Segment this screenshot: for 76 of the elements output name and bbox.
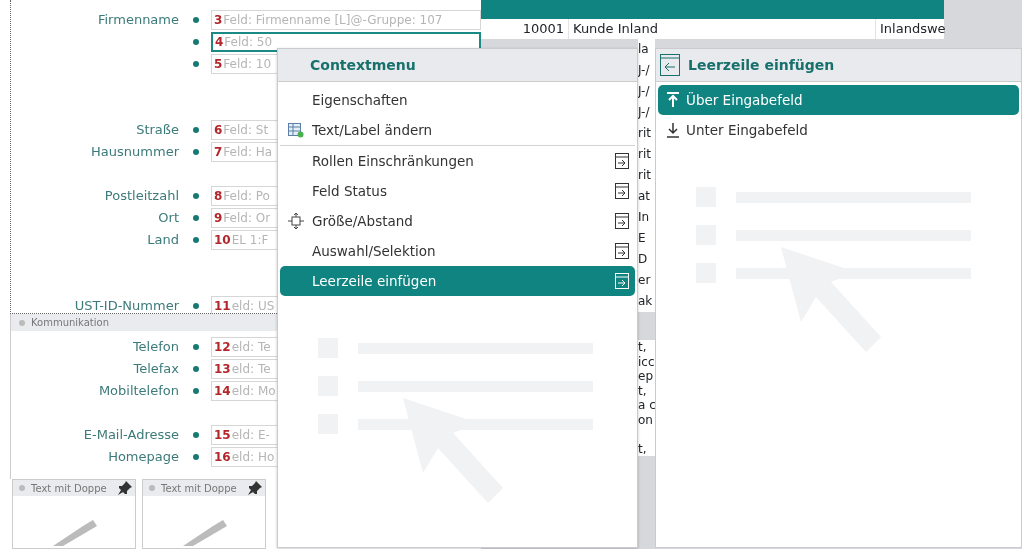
field-label: Telefax <box>132 360 179 379</box>
menu-title: Contextmenu <box>278 49 637 82</box>
required-dot <box>193 432 199 438</box>
field-label: UST-ID-Nummer <box>73 297 179 316</box>
table-cell-text: t, <box>638 441 648 456</box>
table-cell: a c <box>638 398 655 413</box>
table-cell-text: E <box>638 230 647 247</box>
insert-below-icon <box>666 122 680 138</box>
table-cell-text: at <box>638 188 652 205</box>
table-cell: icc <box>638 354 655 369</box>
field-label: Telefon <box>131 338 179 357</box>
input-field[interactable]: 3Feld: Firmenname [L]@-Gruppe: 107 <box>211 10 481 30</box>
field-label: Firmenname <box>96 11 179 30</box>
table-cell-text: J-/ <box>638 104 651 121</box>
pin-icon[interactable] <box>117 480 133 496</box>
required-dot <box>193 61 199 67</box>
menu-item[interactable]: Größe/Abstand <box>280 206 635 236</box>
field-label: Homepage <box>107 448 179 467</box>
menu-item[interactable]: Text/Label ändern <box>280 115 635 146</box>
back-icon[interactable] <box>660 54 680 76</box>
required-dot <box>193 303 199 309</box>
submenu-icon <box>615 183 629 199</box>
menu-item[interactable]: Über Eingabefeld <box>658 85 1019 115</box>
menu-item[interactable]: Feld Status <box>280 176 635 206</box>
table-cell-text: D <box>638 251 649 268</box>
required-dot <box>193 39 199 45</box>
submenu-icon <box>615 213 629 229</box>
table-cell-text: ep <box>638 369 654 384</box>
panel-title: Text mit Doppe <box>161 481 237 496</box>
table-cell-text: In <box>638 209 651 226</box>
required-dot <box>193 215 199 221</box>
table-cell-text: la <box>638 41 650 58</box>
table-cell-text: t, <box>638 340 648 355</box>
required-dot <box>193 149 199 155</box>
table-cell-text: ak <box>638 293 654 310</box>
required-dot <box>193 366 199 372</box>
field-label: Mobiltelefon <box>97 382 179 401</box>
field-label: E-Mail-Adresse <box>82 426 179 445</box>
required-dot <box>193 237 199 243</box>
table-cell-text: rit <box>638 125 652 142</box>
table-cell: 10001 <box>481 19 569 39</box>
table-cell-text: J-/ <box>638 83 651 100</box>
field-label: Hausnummer <box>90 143 179 162</box>
table-cell: Inlandswe <box>875 19 944 39</box>
insert-above-icon <box>666 92 680 108</box>
table-cell-text: rit <box>638 146 652 163</box>
field-label: Straße <box>135 121 179 140</box>
pin-icon[interactable] <box>247 480 263 496</box>
required-dot <box>193 454 199 460</box>
resize-icon <box>288 213 304 229</box>
menu-item[interactable]: Rollen Einschränkungen <box>280 146 635 176</box>
submenu-icon <box>615 273 629 289</box>
table-cell-text: on <box>638 412 654 427</box>
table-cell-text: rit <box>638 167 652 184</box>
required-dot <box>193 388 199 394</box>
table-icon <box>288 122 304 138</box>
menu-title: Leerzeile einfügen <box>688 55 835 75</box>
required-dot <box>193 17 199 23</box>
menu-item[interactable]: Auswahl/Selektion <box>280 236 635 266</box>
required-dot <box>193 127 199 133</box>
field-label: Ort <box>157 209 179 228</box>
menu-item[interactable]: Leerzeile einfügen <box>280 266 635 296</box>
table-cell-text: J-/ <box>638 62 651 79</box>
required-dot <box>193 344 199 350</box>
table-cell-text: t, <box>638 383 648 398</box>
table-cell-text: Kunde Inland <box>572 20 659 39</box>
table-cell-text: er <box>638 272 652 289</box>
field-label: Postleitzahl <box>103 187 179 206</box>
menu-item[interactable]: Eigenschaften <box>280 85 635 115</box>
panel-title: Text mit Doppe <box>31 481 107 496</box>
submenu-icon <box>615 243 629 259</box>
menu-item[interactable]: Unter Eingabefeld <box>658 115 1019 145</box>
section-title: Kommunikation <box>31 316 109 330</box>
field-label: Land <box>146 231 179 250</box>
required-dot <box>193 193 199 199</box>
submenu-icon <box>615 153 629 169</box>
